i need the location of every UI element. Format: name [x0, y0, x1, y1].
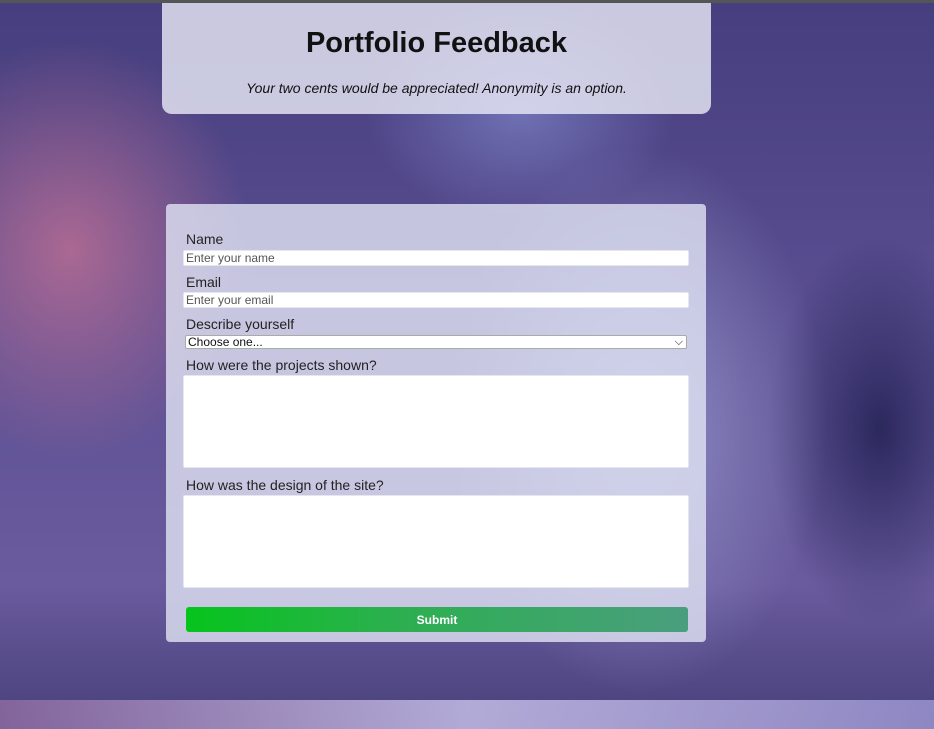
- describe-label: Describe yourself: [186, 316, 295, 332]
- submit-button[interactable]: Submit: [186, 607, 688, 632]
- email-input[interactable]: Enter your email: [183, 292, 689, 308]
- design-textarea[interactable]: [183, 495, 689, 588]
- name-input[interactable]: Enter your name: [183, 250, 689, 266]
- feedback-form: Name Enter your name Email Enter your em…: [166, 204, 706, 642]
- projects-textarea[interactable]: [183, 375, 689, 468]
- describe-select-value: Choose one...: [188, 335, 263, 349]
- name-label: Name: [186, 231, 224, 247]
- projects-label: How were the projects shown?: [186, 357, 377, 373]
- email-label: Email: [186, 274, 222, 290]
- bottom-strip: [0, 700, 934, 729]
- describe-select[interactable]: Choose one... ⌵: [185, 335, 687, 349]
- design-label: How was the design of the site?: [186, 477, 384, 493]
- page-subtitle: Your two cents would be appreciated! Ano…: [246, 80, 627, 96]
- chevron-down-icon: ⌵: [674, 336, 683, 348]
- page-title: Portfolio Feedback: [305, 27, 568, 59]
- header-card: Portfolio Feedback Your two cents would …: [162, 3, 711, 114]
